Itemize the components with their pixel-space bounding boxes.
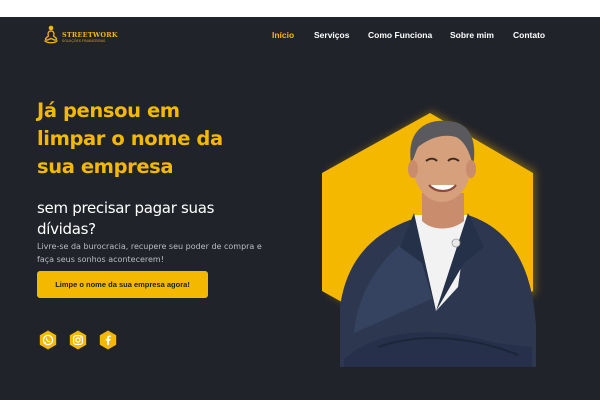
instagram-icon	[69, 330, 87, 350]
brand-name: STREETWORK	[62, 31, 118, 39]
nav-item-servicos[interactable]: Serviços	[314, 30, 349, 40]
nav-item-inicio[interactable]: Início	[272, 30, 294, 40]
meditation-figure-icon	[44, 25, 58, 44]
cta-button[interactable]: Limpe o nome da sua empresa agora!	[37, 271, 208, 298]
brand-logo[interactable]: STREETWORK SOLUÇÕES FINANCEIRAS	[43, 25, 118, 47]
whatsapp-icon	[39, 330, 57, 350]
hero-title-line: limpar o nome da	[37, 127, 223, 150]
instagram-link[interactable]	[68, 330, 88, 350]
hero-description: Livre-se da burocracia, recupere seu pod…	[37, 240, 277, 266]
hero-portrait	[318, 97, 548, 387]
hero-description-line: Livre-se da burocracia, recupere seu pod…	[37, 242, 262, 251]
hero-description-line: faça seus sonhos acontecerem!	[37, 255, 164, 264]
hero-subtitle: sem precisar pagar suas dívidas?	[37, 198, 287, 240]
facebook-link[interactable]	[98, 330, 118, 350]
hero-title-line: Já pensou em	[37, 99, 180, 122]
person-portrait-icon	[322, 111, 536, 367]
hero-title: Já pensou em limpar o nome da sua empres…	[37, 97, 277, 181]
nav-item-sobre-mim[interactable]: Sobre mim	[450, 30, 494, 40]
whatsapp-link[interactable]	[38, 330, 58, 350]
hero-subtitle-line: dívidas?	[37, 220, 96, 238]
nav-item-como-funciona[interactable]: Como Funciona	[368, 30, 432, 40]
brand-tagline: SOLUÇÕES FINANCEIRAS	[62, 39, 106, 43]
nav-item-contato[interactable]: Contato	[513, 30, 545, 40]
landing-page: STREETWORK SOLUÇÕES FINANCEIRAS Início S…	[0, 17, 600, 400]
hero-subtitle-line: sem precisar pagar suas	[37, 199, 215, 217]
facebook-icon	[99, 330, 117, 350]
hero-title-line: sua empresa	[37, 155, 174, 178]
